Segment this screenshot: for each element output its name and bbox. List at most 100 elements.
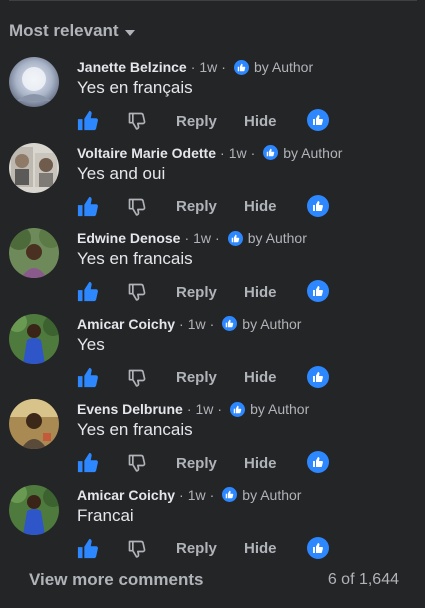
comment-text: Francai — [77, 505, 134, 525]
dislike-button[interactable] — [127, 195, 147, 219]
timestamp[interactable]: 1w — [196, 401, 214, 417]
author-liked-badge: by Author — [222, 316, 301, 332]
like-button[interactable] — [77, 280, 99, 304]
comment: Voltaire Marie Odette · 1w · by Author Y… — [0, 136, 425, 222]
dislike-button[interactable] — [127, 109, 147, 133]
author-name[interactable]: Amicar Coichy — [77, 316, 175, 332]
author-badge-label: by Author — [242, 315, 302, 332]
author-liked-badge: by Author — [222, 487, 301, 503]
author-name[interactable]: Amicar Coichy — [77, 487, 175, 503]
reply-button[interactable]: Reply — [176, 280, 217, 304]
avatar[interactable] — [9, 484, 59, 535]
thumbs-down-icon — [128, 198, 146, 216]
hide-button[interactable]: Hide — [244, 109, 277, 133]
avatar[interactable] — [9, 228, 59, 278]
author-name[interactable]: Evens Delbrune — [77, 401, 183, 417]
comment-actions: Reply Hide — [77, 109, 337, 133]
avatar[interactable] — [9, 399, 59, 449]
chevron-down-icon — [124, 29, 135, 36]
thumbs-up-icon — [77, 110, 98, 131]
comments-panel: Most relevant Janette Belzince · 1w · by… — [0, 0, 425, 608]
hide-button[interactable]: Hide — [244, 280, 277, 304]
comment-meta: Voltaire Marie Odette · 1w · by Author — [77, 145, 342, 161]
like-button[interactable] — [77, 366, 99, 390]
timestamp[interactable]: 1w — [229, 145, 247, 161]
hide-button[interactable]: Hide — [244, 195, 277, 219]
comment-actions: Reply Hide — [77, 195, 337, 219]
like-button[interactable] — [77, 537, 99, 561]
author-name[interactable]: Edwine Denose — [77, 230, 180, 246]
author-liked-badge: by Author — [227, 230, 307, 246]
dislike-button[interactable] — [127, 366, 147, 390]
avatar[interactable] — [9, 142, 59, 193]
like-badge-icon — [233, 59, 249, 75]
thumbs-up-icon — [77, 367, 98, 387]
comment-meta: Edwine Denose · 1w · by Author — [77, 230, 307, 246]
reaction-icon[interactable] — [307, 451, 329, 473]
reply-button[interactable]: Reply — [176, 366, 217, 390]
comment-actions: Reply Hide — [77, 451, 337, 475]
comment: Janette Belzince · 1w · by Author Yes en… — [0, 50, 425, 136]
like-button[interactable] — [77, 195, 99, 219]
comment-meta: Evens Delbrune · 1w · by Author — [77, 401, 309, 417]
thumbs-down-icon — [128, 283, 146, 301]
dislike-button[interactable] — [127, 451, 147, 475]
author-name[interactable]: Janette Belzince — [77, 59, 187, 75]
like-badge-icon — [222, 316, 238, 331]
hide-button[interactable]: Hide — [244, 451, 277, 475]
thumbs-up-icon — [77, 196, 98, 216]
separator: · — [217, 401, 223, 417]
dislike-button[interactable] — [127, 537, 147, 561]
author-name[interactable]: Voltaire Marie Odette — [77, 145, 216, 161]
sort-label: Most relevant — [9, 21, 119, 40]
reaction-icon[interactable] — [307, 365, 329, 388]
comment-count: 6 of 1,644 — [327, 571, 399, 588]
comment-actions: Reply Hide — [77, 280, 337, 304]
comments-footer: View more comments 6 of 1,644 — [0, 568, 425, 594]
comment-text: Yes en francais — [77, 249, 193, 268]
like-button[interactable] — [77, 109, 99, 133]
reaction-icon[interactable] — [307, 109, 329, 131]
separator: · — [209, 315, 215, 332]
avatar[interactable] — [9, 57, 59, 107]
comment-meta: Janette Belzince · 1w · by Author — [77, 59, 313, 75]
separator: · — [220, 144, 225, 161]
thumbs-down-icon — [128, 454, 146, 472]
separator: · — [190, 59, 196, 75]
reply-button[interactable]: Reply — [176, 451, 217, 475]
reaction-icon[interactable] — [307, 536, 329, 559]
author-liked-badge: by Author — [230, 401, 309, 417]
separator: · — [184, 230, 190, 246]
timestamp[interactable]: 1w — [193, 230, 211, 246]
hide-button[interactable]: Hide — [244, 366, 277, 390]
author-badge-label: by Author — [242, 486, 302, 503]
hide-button[interactable]: Hide — [244, 537, 277, 561]
comment: Edwine Denose · 1w · by Author Yes en fr… — [0, 221, 425, 307]
timestamp[interactable]: 1w — [188, 316, 206, 332]
thumbs-up-icon — [77, 452, 98, 473]
avatar[interactable] — [9, 313, 59, 364]
thumbs-up-icon — [77, 281, 98, 302]
thumbs-down-icon — [128, 112, 146, 130]
thumbs-down-icon — [128, 369, 146, 387]
timestamp[interactable]: 1w — [199, 59, 217, 75]
dislike-button[interactable] — [127, 280, 147, 304]
author-liked-badge: by Author — [263, 145, 342, 161]
author-liked-badge: by Author — [233, 59, 313, 75]
separator: · — [209, 486, 215, 503]
like-button[interactable] — [77, 451, 99, 475]
reaction-icon[interactable] — [307, 194, 329, 217]
reply-button[interactable]: Reply — [176, 109, 217, 133]
comment-meta: Amicar Coichy · 1w · by Author — [77, 487, 301, 503]
like-badge-icon — [222, 487, 238, 502]
comment-actions: Reply Hide — [77, 537, 337, 561]
comment-text: Yes en français — [77, 78, 193, 97]
comment-text: Yes and oui — [77, 163, 166, 183]
reaction-icon[interactable] — [307, 280, 329, 302]
sort-dropdown[interactable]: Most relevant — [9, 21, 135, 41]
comment-text: Yes — [77, 334, 105, 354]
timestamp[interactable]: 1w — [188, 487, 206, 503]
reply-button[interactable]: Reply — [176, 537, 217, 561]
view-more-comments-link[interactable]: View more comments — [29, 570, 203, 590]
reply-button[interactable]: Reply — [176, 195, 217, 219]
